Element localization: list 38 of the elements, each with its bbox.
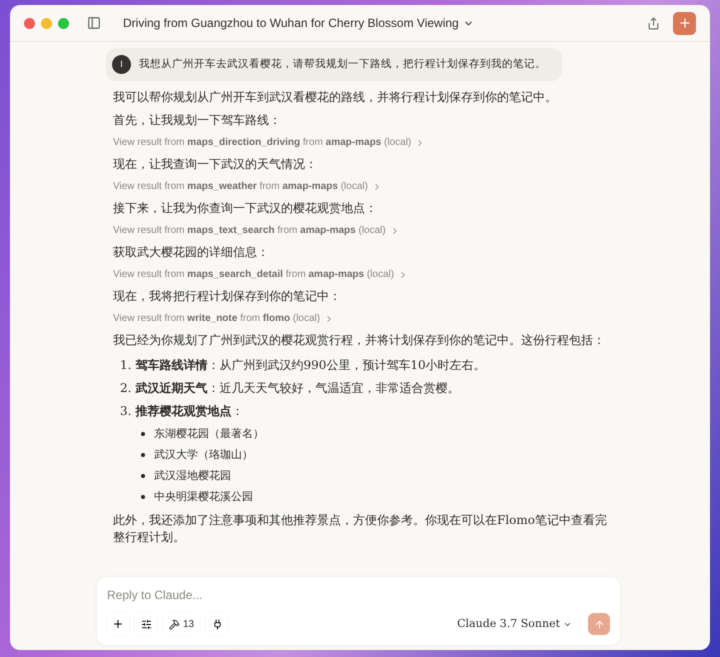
response-paragraph: 获取武大樱花园的详细信息： xyxy=(113,244,270,261)
response-paragraph: 我可以帮你规划从广州开车到武汉看樱花的路线，并将行程计划保存到你的笔记中。 xyxy=(113,89,558,106)
list-number: 3. xyxy=(120,403,132,420)
response-paragraph: 现在，让我查询一下武汉的天气情况： xyxy=(113,156,318,173)
list-number: 1. xyxy=(120,357,132,374)
bullet-icon xyxy=(141,452,145,456)
list-item-text: 中央明渠樱花溪公园 xyxy=(154,489,253,505)
bullet-icon xyxy=(141,432,145,436)
sidebar-toggle-icon[interactable] xyxy=(87,16,101,30)
response-paragraph: 接下来，让我为你查询一下武汉的樱花观赏地点： xyxy=(113,200,378,217)
conversation-title[interactable]: Driving from Guangzhou to Wuhan for Cherry Blossom Viewing xyxy=(123,14,474,32)
list-item-text: 武汉大学（珞珈山） xyxy=(154,447,253,463)
response-paragraph: 此外，我还添加了注意事项和其他推荐景点，方便你参考。你现在可以在Flomo笔记中查看完整行程计划。 xyxy=(113,512,608,546)
tools-button[interactable]: 13 xyxy=(163,613,200,635)
user-message-text: 我想从广州开车去武汉看樱花，请帮我规划一下路线，把行程计划保存到我的笔记。 xyxy=(139,56,546,72)
new-chat-button[interactable] xyxy=(673,12,696,34)
list-item-text: 驾车路线详情：从广州到武汉约990公里，预计驾车10小时左右。 xyxy=(135,357,486,374)
list-item-text: 东湖樱花园（最著名） xyxy=(154,426,264,442)
reply-field[interactable]: Reply to Claude... 13 Claude 3.7 Sonnet xyxy=(97,577,620,645)
list-number: 2. xyxy=(120,380,132,397)
share-icon[interactable] xyxy=(647,16,660,30)
close-icon[interactable] xyxy=(24,18,35,28)
user-avatar: I xyxy=(112,55,131,74)
list-item-text: 武汉近期天气：近几天天气较好，气温适宜，非常适合赏樱。 xyxy=(135,380,460,397)
response-paragraph: 我已经为你规划了广州到武汉的樱花观赏行程，并将计划保存到你的笔记中。这份行程包括： xyxy=(113,332,606,349)
sliders-icon xyxy=(140,618,152,630)
list-item-text: 推荐樱花观赏地点： xyxy=(135,403,244,420)
response-paragraph: 首先，让我规划一下驾车路线： xyxy=(113,112,282,129)
arrow-up-icon xyxy=(594,618,604,630)
plus-icon xyxy=(112,618,124,630)
bullet-icon xyxy=(141,474,145,478)
hammer-icon xyxy=(169,618,180,630)
plus-icon xyxy=(678,16,692,30)
list-item-text: 武汉湿地樱花园 xyxy=(154,468,231,484)
plug-icon xyxy=(212,618,223,630)
bullet-icon xyxy=(141,494,145,498)
response-paragraph: 现在，我将把行程计划保存到你的笔记中： xyxy=(113,288,342,305)
model-selector[interactable]: Claude 3.7 Sonnet xyxy=(457,616,572,632)
